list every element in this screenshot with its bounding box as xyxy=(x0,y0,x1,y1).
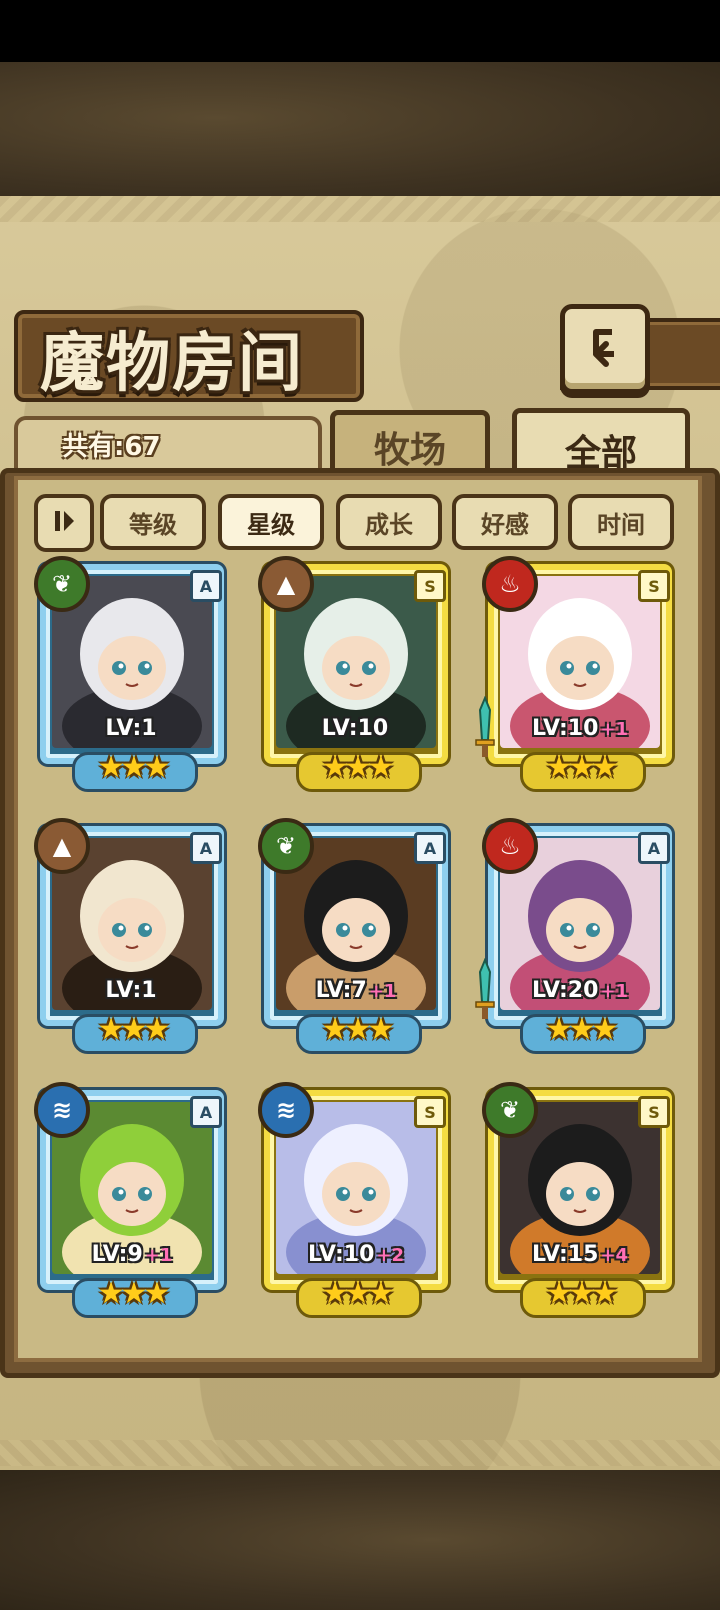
monster-card[interactable]: A ❦ ★★★ LV:1 xyxy=(34,556,230,792)
level-value: LV:9 xyxy=(91,1242,143,1267)
monster-card[interactable]: S ♨ ★★★ LV:10 +1 xyxy=(475,556,678,792)
status-bar xyxy=(0,0,720,62)
star-rating: ★★★ xyxy=(321,1276,395,1311)
back-button[interactable] xyxy=(560,304,650,394)
monster-card[interactable]: S ▲ ★★★ LV:10 xyxy=(258,556,454,792)
rank-badge: A xyxy=(190,570,222,602)
level-value: LV:10 xyxy=(321,716,389,741)
star-rating: ★★★ xyxy=(545,1012,619,1047)
monster-card[interactable]: A ≋ ★★★ LV:9 +1 xyxy=(34,1082,230,1318)
star-rating: ★★★ xyxy=(545,750,619,785)
mountain-icon: ▲ xyxy=(258,556,314,612)
level-label: LV:1 xyxy=(34,716,230,741)
page-title: 魔物房间 xyxy=(40,326,304,401)
leaf-icon: ❦ xyxy=(258,818,314,874)
level-value: LV:10 xyxy=(531,716,599,741)
waves-icon: ≋ xyxy=(34,1082,90,1138)
level-label: LV:1 xyxy=(34,978,230,1003)
map-background-bottom xyxy=(0,1470,720,1610)
rank-badge: A xyxy=(414,832,446,864)
level-value: LV:1 xyxy=(105,978,157,1003)
sort-direction-toggle[interactable] xyxy=(34,494,94,552)
leaf-icon: ❦ xyxy=(34,556,90,612)
level-value: LV:15 xyxy=(531,1242,599,1267)
torn-edge-bottom xyxy=(0,1440,720,1466)
level-value: LV:1 xyxy=(105,716,157,741)
sort-by-stars-button[interactable]: 星级 xyxy=(218,494,324,550)
star-rating: ★★★ xyxy=(321,1012,395,1047)
star-rating: ★★★ xyxy=(97,750,171,785)
rank-badge: A xyxy=(190,1096,222,1128)
mountain-icon: ▲ xyxy=(34,818,90,874)
level-bonus: +4 xyxy=(600,1245,629,1266)
return-arrow-icon xyxy=(582,324,628,374)
rank-badge: S xyxy=(638,570,670,602)
rank-badge: S xyxy=(414,1096,446,1128)
monster-card[interactable]: A ♨ ★★★ LV:20 +1 xyxy=(475,818,678,1054)
rank-badge: A xyxy=(638,832,670,864)
sort-by-growth-button[interactable]: 成长 xyxy=(336,494,442,550)
equipped-sword-icon xyxy=(475,696,495,757)
level-label: LV:20 +1 xyxy=(482,978,678,1003)
torn-edge-top xyxy=(0,196,720,222)
level-label: LV:7 +1 xyxy=(258,978,454,1003)
leaf-icon: ❦ xyxy=(482,1082,538,1138)
rank-badge: A xyxy=(190,832,222,864)
monster-card[interactable]: S ≋ ★★★ LV:10 +2 xyxy=(258,1082,454,1318)
level-bonus: +1 xyxy=(600,719,629,740)
monster-count-bar xyxy=(14,416,322,474)
level-value: LV:20 xyxy=(531,978,599,1003)
level-label: LV:10 +1 xyxy=(482,716,678,741)
sort-by-level-button[interactable]: 等级 xyxy=(100,494,206,550)
level-label: LV:10 xyxy=(258,716,454,741)
equipped-sword-icon xyxy=(475,958,495,1019)
sort-by-time-button[interactable]: 时间 xyxy=(568,494,674,550)
monster-card[interactable]: A ❦ ★★★ LV:7 +1 xyxy=(258,818,454,1054)
level-value: LV:7 xyxy=(315,978,367,1003)
level-label: LV:9 +1 xyxy=(34,1242,230,1267)
star-rating: ★★★ xyxy=(97,1012,171,1047)
star-rating: ★★★ xyxy=(97,1276,171,1311)
rank-badge: S xyxy=(638,1096,670,1128)
level-bonus: +1 xyxy=(144,1245,173,1266)
sort-by-affection-button[interactable]: 好感 xyxy=(452,494,558,550)
flame-icon: ♨ xyxy=(482,556,538,612)
monster-count: 共有:67 xyxy=(62,432,161,462)
level-bonus: +2 xyxy=(376,1245,405,1266)
sort-direction-icon xyxy=(49,506,79,540)
monster-card[interactable]: A ▲ ★★★ LV:1 xyxy=(34,818,230,1054)
level-bonus: +1 xyxy=(600,981,629,1002)
level-value: LV:10 xyxy=(307,1242,375,1267)
monster-card[interactable]: S ❦ ★★★ LV:15 +4 xyxy=(482,1082,678,1318)
star-rating: ★★★ xyxy=(321,750,395,785)
level-bonus: +1 xyxy=(368,981,397,1002)
flame-icon: ♨ xyxy=(482,818,538,874)
map-background-top xyxy=(0,62,720,202)
waves-icon: ≋ xyxy=(258,1082,314,1138)
rank-badge: S xyxy=(414,570,446,602)
level-label: LV:10 +2 xyxy=(258,1242,454,1267)
star-rating: ★★★ xyxy=(545,1276,619,1311)
level-label: LV:15 +4 xyxy=(482,1242,678,1267)
